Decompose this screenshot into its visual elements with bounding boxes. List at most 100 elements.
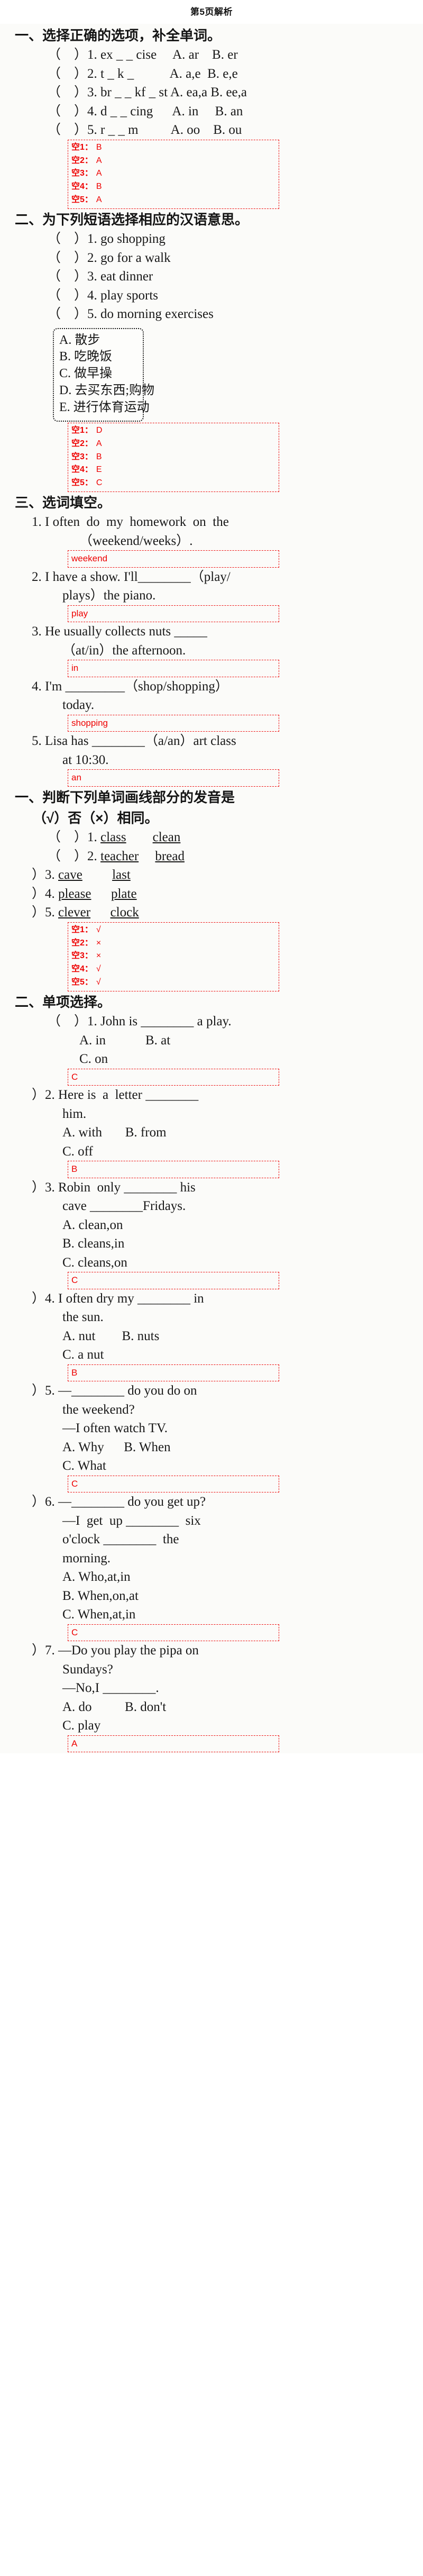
phonics-row: （ ）1. class clean xyxy=(0,828,423,847)
answer-value: in xyxy=(71,663,79,673)
answer-label: 空2： xyxy=(71,938,93,948)
word-underlined: clever xyxy=(58,905,91,920)
answer-row: 空4： √ xyxy=(71,963,279,976)
answer-value: B xyxy=(96,142,102,152)
answer-value: A xyxy=(96,195,102,204)
word-underlined: class xyxy=(100,830,126,845)
option-line: C. When,at,in xyxy=(62,1607,136,1622)
answer-value: C xyxy=(71,1071,78,1082)
answer-box: C xyxy=(68,1068,279,1086)
phonics-row: ）5. clever clock xyxy=(0,903,423,922)
section-heading: 二、为下列短语选择相应的汉语意思。 xyxy=(15,211,249,227)
answer-value: A xyxy=(96,156,102,165)
answer-box: an xyxy=(68,769,279,787)
answer-box: C xyxy=(68,1624,279,1642)
answer-value: an xyxy=(71,772,81,783)
answer-row: 空2： A xyxy=(71,438,279,451)
section-heading-line2: （√）否（×）相同。 xyxy=(33,810,159,826)
pool-option: D. 去买东西;购物 xyxy=(59,384,154,398)
answer-box: B xyxy=(68,1364,279,1382)
answer-row: 空5： C xyxy=(71,477,279,490)
option-line: A. do B. don't xyxy=(62,1699,167,1714)
answer-box: B xyxy=(68,1161,279,1178)
answer-key-page: 第5页解析 一、选择正确的选项，补全单词。 （ ）1. ex _ _ cise … xyxy=(0,0,423,1754)
row-number: ）3. xyxy=(32,868,55,882)
section-heading-line1: 一、判断下列单词画线部分的发音是 xyxy=(15,789,235,805)
answer-row: 空5： A xyxy=(71,194,279,207)
answer-row: 空1： B xyxy=(71,141,279,154)
question-stem: ）7. —Do you play the pipa on xyxy=(0,1641,423,1660)
word-underlined: clock xyxy=(110,905,139,920)
phonics-row: （ ）2. teacher bread xyxy=(0,847,423,866)
question-line: plays）the piano. xyxy=(62,588,156,603)
question-item: （ ）5. do morning exercises xyxy=(48,307,214,322)
answer-row: 空2： × xyxy=(71,937,279,950)
question-stem: the sun. xyxy=(62,1310,104,1325)
answer-row: 空5： √ xyxy=(71,976,279,989)
answer-label: 空1： xyxy=(71,925,93,934)
question-stem: （ ）1. John is ________ a play. xyxy=(48,1014,232,1029)
question-item: （ ）3. eat dinner xyxy=(48,269,153,284)
word-underlined: bread xyxy=(155,849,185,863)
answer-row: 空1： D xyxy=(71,424,279,438)
question-line: 4. I'm _________（shop/shopping） xyxy=(32,679,228,694)
answer-label: 空3： xyxy=(71,951,93,961)
question-stem: the weekend? xyxy=(62,1402,135,1417)
question-stem: o'clock ________ the xyxy=(62,1532,179,1547)
pool-option: C. 做早操 xyxy=(59,367,113,381)
answer-label: 空5： xyxy=(71,195,93,204)
answer-label: 空5： xyxy=(71,478,93,488)
question-line: at 10:30. xyxy=(62,752,109,767)
answer-row: 空4： B xyxy=(71,180,279,194)
section-heading: 三、选词填空。 xyxy=(15,495,112,511)
answer-box: in xyxy=(68,660,279,677)
answer-box: shopping xyxy=(68,714,279,732)
question-stem: ）4. I often dry my ________ in xyxy=(32,1291,204,1306)
answer-label: 空3： xyxy=(71,169,93,178)
option-line: A. clean,on xyxy=(62,1217,123,1232)
question-item: （ ）5. r _ _ m A. oo B. ou xyxy=(48,123,242,138)
row-number: （ ）1. xyxy=(48,830,97,845)
phonics-row: ）3. cave last xyxy=(0,866,423,885)
question-stem: ）5. —________ do you do on xyxy=(32,1383,197,1398)
answer-box: C xyxy=(68,1272,279,1289)
answer-row: 空3： A xyxy=(71,167,279,180)
answer-box: 空1： B 空2： A 空3： A 空4： B 空5： A xyxy=(68,139,279,209)
question-line: 5. Lisa has ________（a/an）art class xyxy=(32,734,236,749)
question-item: （ ）1. ex _ _ cise A. ar B. er xyxy=(48,48,238,62)
answer-value: √ xyxy=(96,925,101,934)
answer-value: B xyxy=(71,1164,78,1175)
option-line: B. cleans,in xyxy=(62,1236,125,1251)
question-item: （ ）4. play sports xyxy=(48,288,159,303)
option-line: C. cleans,on xyxy=(62,1255,127,1270)
answer-box: 空1： √ 空2： × 空3： × 空4： √ 空5： √ xyxy=(68,922,279,991)
row-number: ）5. xyxy=(32,905,55,920)
word-underlined: last xyxy=(112,868,131,882)
option-line: C. on xyxy=(79,1052,108,1067)
word-underlined: teacher xyxy=(100,849,139,863)
answer-label: 空1： xyxy=(71,426,93,435)
answer-label: 空4： xyxy=(71,964,93,974)
question-stem: ）2. Here is a letter ________ xyxy=(32,1088,199,1103)
question-stem-text: ）7. —Do you play the pipa on xyxy=(32,1643,199,1658)
question-stem: ）6. —________ do you get up? xyxy=(32,1495,206,1509)
answer-row: 空1： √ xyxy=(71,924,279,937)
question-stem: —No,I ________. xyxy=(62,1681,159,1696)
word-underlined: please xyxy=(58,886,91,901)
answer-value: √ xyxy=(96,964,101,974)
answer-value: A xyxy=(96,439,102,448)
answer-box: 空1： D 空2： A 空3： B 空4： E 空5： C xyxy=(68,423,279,493)
option-line: A. Why B. When xyxy=(62,1440,171,1454)
option-line: A. with B. from xyxy=(62,1125,167,1140)
question-line: today. xyxy=(62,698,95,713)
answer-value: C xyxy=(71,1627,78,1637)
answer-label: 空2： xyxy=(71,439,93,448)
option-line: C. a nut xyxy=(62,1348,104,1362)
answer-value: B xyxy=(71,1367,78,1378)
answer-label: 空1： xyxy=(71,142,93,152)
section-heading: 一、选择正确的选项，补全单词。 xyxy=(15,28,222,43)
answer-value: × xyxy=(96,951,102,961)
question-item: （ ）3. br _ _ kf _ st A. ea,a B. ee,a xyxy=(48,85,247,100)
section-fill-in-word: 三、选词填空。 1. I often do my homework on the… xyxy=(0,492,423,787)
section-multiple-choice: 二、单项选择。 （ ）1. John is ________ a play. A… xyxy=(0,991,423,1753)
